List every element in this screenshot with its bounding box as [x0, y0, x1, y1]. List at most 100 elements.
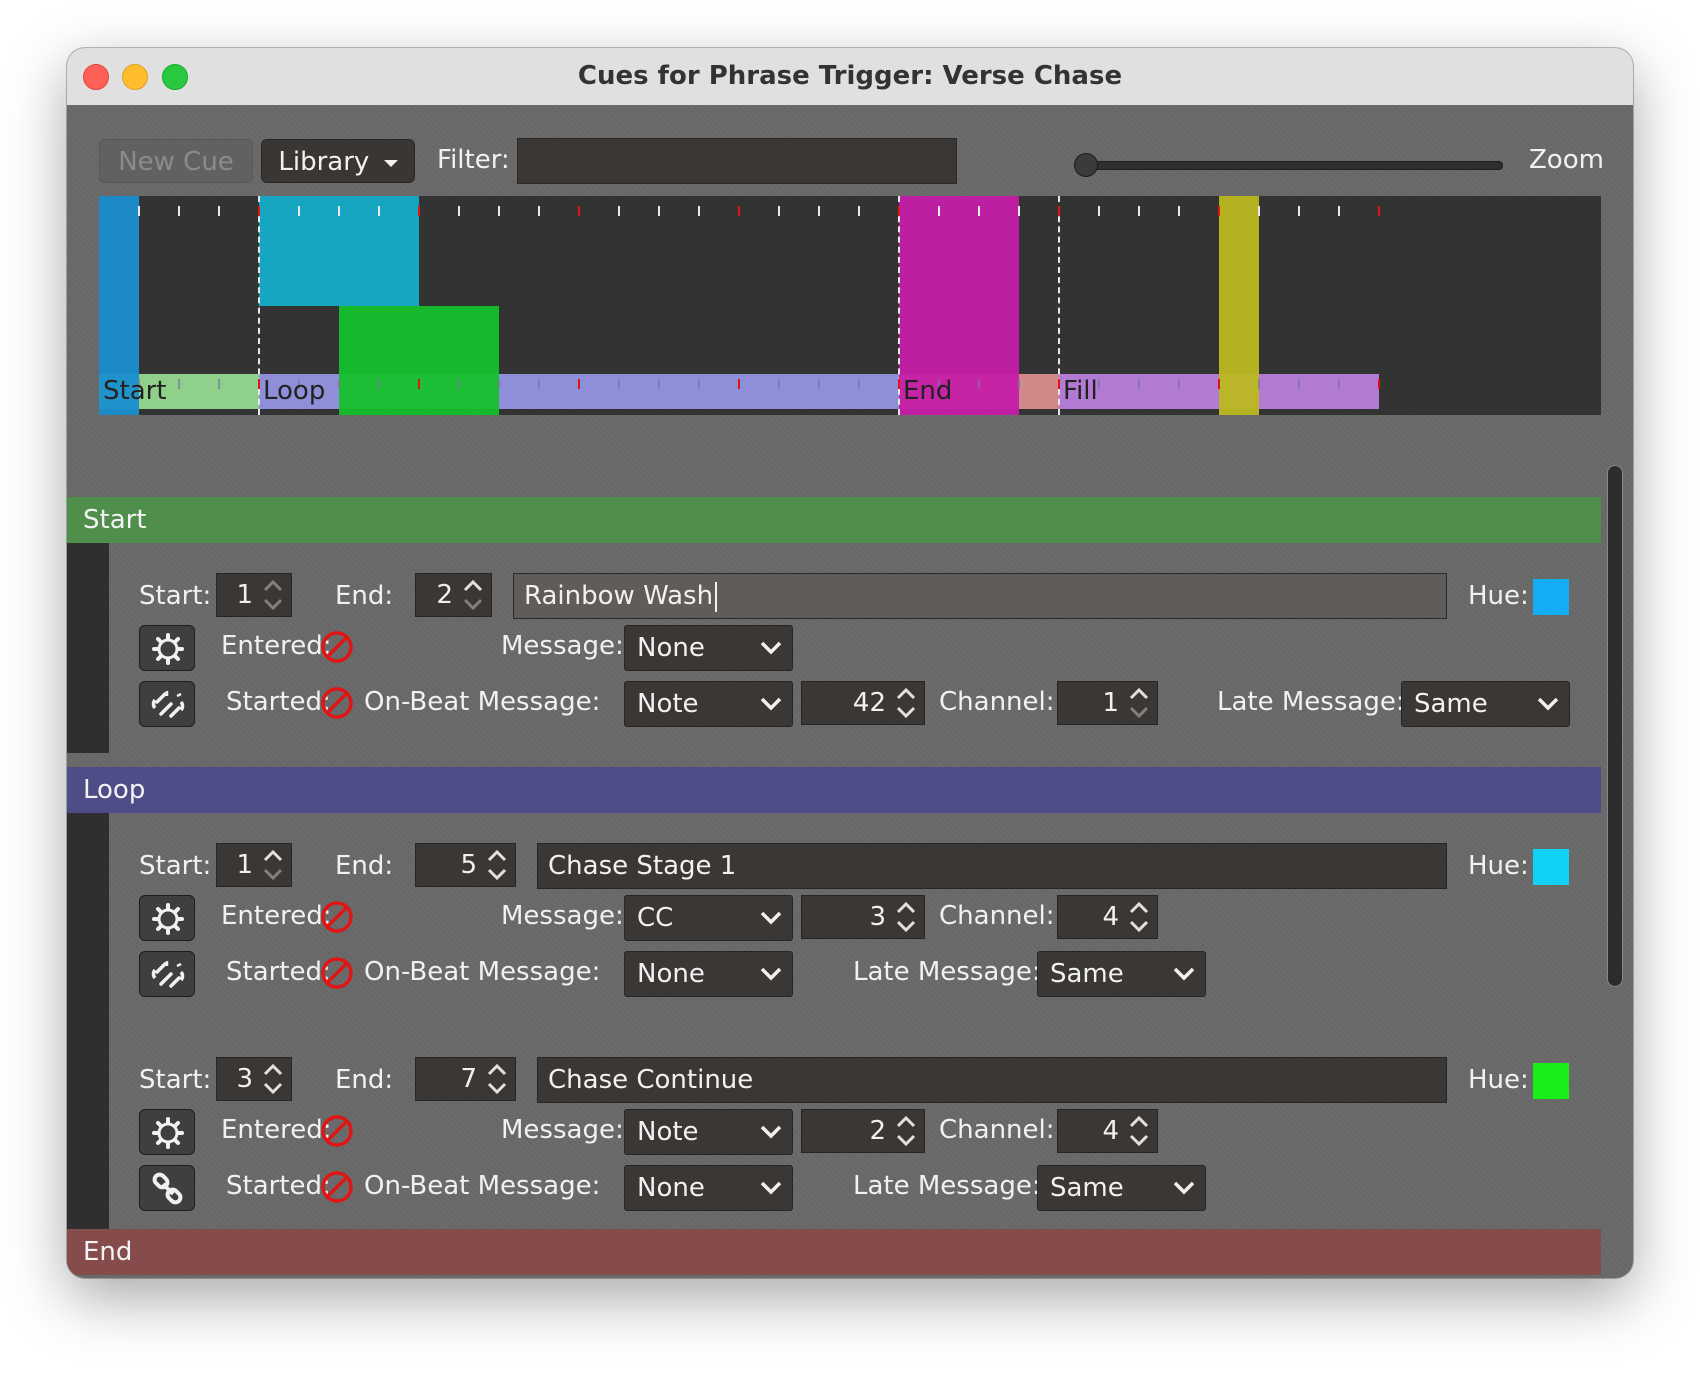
message-label: Message: [501, 1115, 624, 1145]
cue-start-value: 1 [236, 580, 253, 610]
cue-name-input[interactable]: Chase Continue [537, 1057, 1447, 1103]
beat-tick [1218, 379, 1220, 389]
caret-down-icon [383, 159, 398, 167]
cue-entered-gear-button[interactable] [139, 895, 195, 941]
beat-tick [618, 206, 620, 216]
entered-channel-value: 4 [1102, 1116, 1119, 1146]
stepper-arrows-icon[interactable] [894, 684, 918, 722]
vertical-scrollbar[interactable] [1607, 465, 1623, 987]
library-menu-button[interactable]: Library [261, 139, 415, 183]
beat-tick [1178, 206, 1180, 216]
cue-start-stepper[interactable]: 3 [216, 1057, 292, 1101]
cue-end-stepper[interactable]: 2 [415, 573, 492, 617]
beat-tick [1098, 379, 1100, 389]
entered-message-select[interactable]: None [624, 625, 793, 671]
stepper-arrows-icon[interactable] [1127, 1112, 1151, 1150]
new-cue-button[interactable]: New Cue [99, 139, 253, 183]
cue-started-link-button[interactable] [139, 1165, 195, 1211]
entered-channel-stepper[interactable]: 4 [1057, 895, 1158, 939]
cue-name-value: Chase Continue [548, 1065, 754, 1095]
stepper-arrows-icon[interactable] [894, 1112, 918, 1150]
stepper-arrows-icon[interactable] [485, 1060, 509, 1098]
entered-channel-stepper[interactable]: 4 [1057, 1109, 1158, 1153]
stepper-arrows-icon[interactable] [261, 576, 285, 614]
hue-swatch[interactable] [1533, 1063, 1569, 1099]
timeline-fill-label: Fill [1063, 376, 1098, 406]
cue-started-link-button[interactable] [139, 681, 195, 727]
on-beat-message-value: None [637, 959, 705, 989]
late-message-value: Same [1414, 689, 1488, 719]
cue-entered-gear-button[interactable] [139, 625, 195, 671]
entered-note-stepper[interactable]: 2 [801, 1109, 925, 1153]
cue-name-input[interactable]: Chase Stage 1 [537, 843, 1447, 889]
zoom-slider-thumb[interactable] [1074, 153, 1098, 177]
beat-tick [338, 379, 340, 389]
chevron-down-icon [760, 967, 782, 981]
beat-tick [1218, 206, 1220, 216]
entered-message-select[interactable]: CC [624, 895, 793, 941]
beat-tick [1298, 206, 1300, 216]
entered-message-value: CC [637, 903, 674, 933]
beat-tick [418, 206, 420, 216]
late-message-value: Same [1050, 1173, 1124, 1203]
beat-tick [338, 206, 340, 216]
beat-tick [458, 206, 460, 216]
on-beat-message-select[interactable]: None [624, 951, 793, 997]
chevron-down-icon [760, 911, 782, 925]
entered-label: Entered: [221, 1115, 332, 1145]
on-beat-message-select[interactable]: Note [624, 681, 793, 727]
stepper-arrows-icon[interactable] [1127, 898, 1151, 936]
stepper-arrows-icon[interactable] [261, 846, 285, 884]
chevron-down-icon [1173, 1181, 1195, 1195]
stepper-arrows-icon[interactable] [1127, 684, 1151, 722]
entered-note-stepper[interactable]: 3 [801, 895, 925, 939]
cue-panel: Start: 1 End: 2 Rainbow Wash Hue: Entere… [109, 543, 1601, 753]
beat-tick [1138, 379, 1140, 389]
stepper-arrows-icon[interactable] [461, 576, 485, 614]
beat-tick [1018, 206, 1020, 216]
beat-tick [1138, 206, 1140, 216]
on-beat-channel-stepper[interactable]: 1 [1057, 681, 1158, 725]
stepper-arrows-icon[interactable] [261, 1060, 285, 1098]
late-message-select[interactable]: Same [1401, 681, 1570, 727]
late-message-select[interactable]: Same [1037, 951, 1206, 997]
beat-tick [858, 379, 860, 389]
stepper-arrows-icon[interactable] [485, 846, 509, 884]
hue-swatch[interactable] [1533, 579, 1569, 615]
hue-swatch[interactable] [1533, 849, 1569, 885]
beat-tick [1178, 379, 1180, 389]
channel-label: Channel: [939, 1115, 1055, 1145]
timeline-cue-fill[interactable] [1219, 196, 1259, 415]
late-message-label: Late Message: [1217, 687, 1405, 717]
gear-icon [152, 903, 184, 935]
beat-tick [1338, 206, 1340, 216]
prohibited-icon [321, 957, 353, 989]
late-message-select[interactable]: Same [1037, 1165, 1206, 1211]
cue-editor-window: Cues for Phrase Trigger: Verse Chase New… [67, 48, 1633, 1278]
cue-end-stepper[interactable]: 5 [415, 843, 516, 887]
cue-name-input[interactable]: Rainbow Wash [513, 573, 1447, 619]
entered-note-value: 3 [869, 902, 886, 932]
beat-tick [778, 206, 780, 216]
cue-start-label: Start: [139, 1065, 212, 1095]
timeline-cue-chase-continue[interactable] [339, 306, 499, 415]
beat-tick [498, 379, 500, 389]
beat-tick [1378, 379, 1380, 389]
zoom-slider-track[interactable] [1085, 161, 1503, 170]
entered-message-select[interactable]: Note [624, 1109, 793, 1155]
cue-end-stepper[interactable]: 7 [415, 1057, 516, 1101]
phrase-timeline[interactable]: Start Loop End Fill [99, 196, 1601, 415]
entered-label: Entered: [221, 901, 332, 931]
beat-tick [1338, 379, 1340, 389]
cue-started-link-button[interactable] [139, 951, 195, 997]
stepper-arrows-icon[interactable] [894, 898, 918, 936]
cue-entered-gear-button[interactable] [139, 1109, 195, 1155]
on-beat-note-stepper[interactable]: 42 [801, 681, 925, 725]
filter-input[interactable] [517, 138, 957, 184]
cue-start-stepper[interactable]: 1 [216, 843, 292, 887]
cue-start-stepper[interactable]: 1 [216, 573, 292, 617]
prohibited-icon [321, 901, 353, 933]
message-label: Message: [501, 631, 624, 661]
beat-tick [818, 379, 820, 389]
on-beat-message-select[interactable]: None [624, 1165, 793, 1211]
